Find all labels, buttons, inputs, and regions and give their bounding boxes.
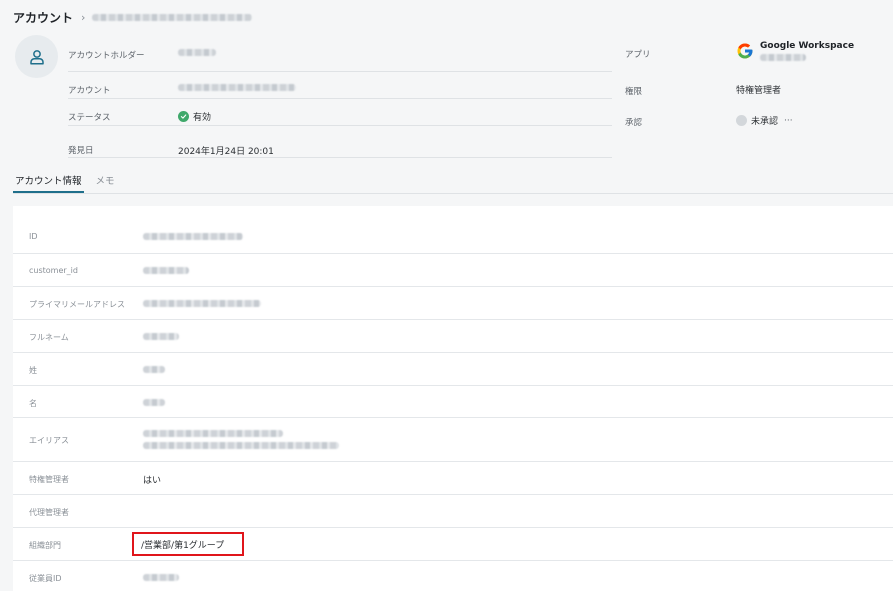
status-value: 有効: [193, 113, 212, 123]
holder-label: アカウントホルダー: [68, 51, 145, 61]
divider: [68, 157, 612, 158]
tabs-divider: [13, 193, 893, 194]
detail-value-redacted: [143, 233, 243, 243]
avatar: [15, 35, 58, 78]
detail-label: ID: [29, 232, 38, 241]
permission-label: 権限: [625, 87, 643, 97]
breadcrumb-separator: ›: [81, 10, 86, 24]
holder-value: [178, 49, 216, 56]
detail-value-redacted: [143, 300, 261, 310]
detail-label: 姓: [29, 366, 37, 375]
detail-label: 特権管理者: [29, 475, 69, 484]
check-circle-icon: [178, 111, 189, 122]
detail-label: 名: [29, 399, 37, 408]
breadcrumb: アカウント ›: [13, 8, 253, 26]
discovered-value: 2024年1月24日 20:01: [178, 147, 274, 157]
detail-value-redacted: [143, 430, 339, 449]
status-badge: 有効: [178, 110, 211, 123]
detail-row-last-name: 姓: [13, 353, 893, 386]
divider: [68, 71, 612, 72]
account-value: [178, 84, 296, 91]
account-label: アカウント: [68, 86, 111, 96]
discovered-label: 発見日: [68, 146, 94, 156]
detail-label: 代理管理者: [29, 508, 69, 517]
detail-value-redacted: [143, 366, 165, 376]
user-icon: [29, 49, 44, 64]
detail-label: フルネーム: [29, 333, 69, 342]
approval-value[interactable]: 未承認 ···: [736, 114, 793, 127]
detail-label: エイリアス: [29, 436, 69, 445]
detail-row-full-name: フルネーム: [13, 320, 893, 353]
breadcrumb-account-redacted: [92, 13, 253, 21]
detail-value-redacted: [143, 267, 189, 277]
detail-value-redacted: [143, 333, 179, 343]
detail-row-id: ID: [13, 220, 893, 254]
tab-memo[interactable]: メモ: [94, 173, 117, 193]
app-name: Google Workspace: [760, 41, 855, 51]
approval-label: 承認: [625, 118, 643, 128]
more-options-button[interactable]: ···: [784, 116, 793, 126]
detail-label: customer_id: [29, 266, 78, 275]
app-label: アプリ: [625, 50, 651, 60]
detail-label: 従業員ID: [29, 574, 62, 583]
google-icon: [737, 43, 753, 59]
detail-row-primary-email: プライマリメールアドレス: [13, 287, 893, 320]
status-label: ステータス: [68, 113, 111, 123]
divider: [68, 98, 612, 99]
breadcrumb-title[interactable]: アカウント: [13, 9, 73, 26]
detail-label: プライマリメールアドレス: [29, 300, 125, 309]
detail-value: はい: [143, 476, 162, 486]
app-value[interactable]: Google Workspace: [736, 41, 854, 61]
app-subtitle-redacted: [760, 54, 806, 61]
pending-icon: [736, 115, 747, 126]
tab-account-info[interactable]: アカウント情報: [13, 173, 84, 193]
detail-value-redacted: [143, 399, 165, 409]
detail-row-first-name: 名: [13, 386, 893, 418]
detail-row-alias: エイリアス: [13, 418, 893, 462]
divider: [68, 125, 612, 126]
detail-row-employee-id: 従業員ID: [13, 561, 893, 591]
tab-bar: アカウント情報 メモ: [13, 173, 127, 193]
detail-label: 組織部門: [29, 541, 61, 550]
detail-row-delegated-admin: 代理管理者: [13, 495, 893, 528]
permission-value: 特権管理者: [736, 86, 782, 96]
detail-value-redacted: [143, 574, 179, 584]
detail-row-customer-id: customer_id: [13, 254, 893, 287]
approval-text: 未承認: [751, 117, 779, 127]
detail-row-super-admin: 特権管理者 はい: [13, 462, 893, 495]
highlight-box: [132, 532, 244, 556]
